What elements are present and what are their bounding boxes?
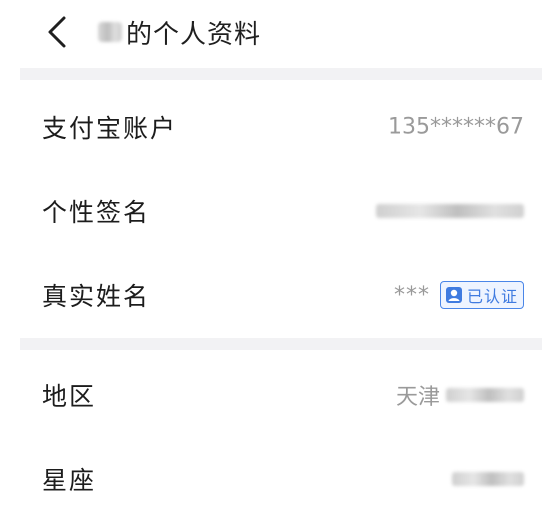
row-constellation[interactable]: 星座 xyxy=(0,436,554,515)
redacted-constellation xyxy=(452,472,524,486)
alipay-account-value: 135******67 xyxy=(388,114,524,140)
row-alipay-account[interactable]: 支付宝账户 135******67 xyxy=(0,84,554,170)
row-label: 真实姓名 xyxy=(42,282,151,311)
section-divider xyxy=(20,68,542,80)
real-name-value: *** 已认证 xyxy=(394,281,524,309)
header-bar: 的个人资料 xyxy=(0,0,554,64)
region-text: 天津 xyxy=(395,385,440,410)
row-label: 地区 xyxy=(42,382,97,411)
page-title-text: 的个人资料 xyxy=(126,19,262,50)
section-divider xyxy=(20,338,542,350)
verified-badge: 已认证 xyxy=(439,281,524,309)
row-label: 个性签名 xyxy=(42,198,151,227)
signature-value xyxy=(376,204,524,218)
row-label: 支付宝账户 xyxy=(42,114,178,143)
constellation-value xyxy=(452,472,524,486)
profile-page: 的个人资料 支付宝账户 135******67 个性签名 真实姓名 *** 已认… xyxy=(0,0,554,515)
back-button[interactable] xyxy=(38,10,82,54)
row-real-name[interactable]: 真实姓名 *** 已认证 xyxy=(0,252,554,338)
verified-person-icon xyxy=(445,287,462,303)
masked-name: *** xyxy=(393,282,430,308)
verified-badge-label: 已认证 xyxy=(466,287,518,306)
page-title: 的个人资料 xyxy=(98,14,261,50)
region-value: 天津 xyxy=(396,379,524,411)
redacted-username xyxy=(98,22,122,42)
row-label: 星座 xyxy=(42,466,97,495)
redacted-region-detail xyxy=(446,388,524,402)
redacted-signature xyxy=(376,204,524,218)
chevron-left-icon xyxy=(48,16,66,48)
row-region[interactable]: 地区 天津 xyxy=(0,352,554,438)
row-signature[interactable]: 个性签名 xyxy=(0,168,554,254)
